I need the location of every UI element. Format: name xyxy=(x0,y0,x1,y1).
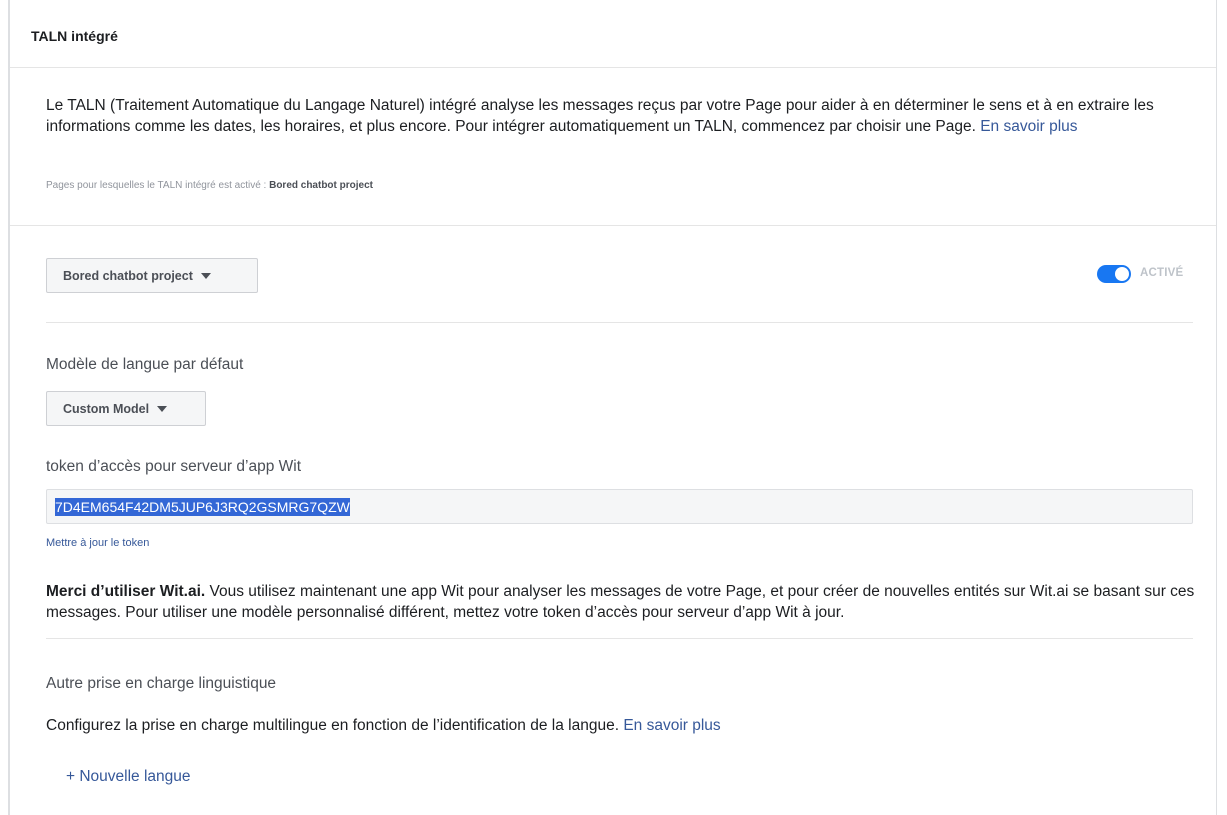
token-input[interactable]: 7D4EM654F42DM5JUP6J3RQ2GSMRG7QZW xyxy=(46,489,1193,524)
nlp-enabled-toggle[interactable] xyxy=(1097,265,1131,283)
enabled-pages-label: Pages pour lesquelles le TALN intégré es… xyxy=(46,180,267,191)
intro-text: Le TALN (Traitement Automatique du Langa… xyxy=(46,95,1206,137)
token-label: token d’accès pour serveur d’app Wit xyxy=(46,458,302,475)
wit-thanks-bold: Merci d’utiliser Wit.ai. xyxy=(46,583,206,600)
divider xyxy=(46,638,1193,639)
multilingual-description: Configurez la prise en charge multilingu… xyxy=(46,717,620,734)
multilingual-config-text: Configurez la prise en charge multilingu… xyxy=(46,717,721,735)
language-model-label: Modèle de langue par défaut xyxy=(46,356,244,373)
enabled-pages-note: Pages pour lesquelles le TALN intégré es… xyxy=(46,180,373,191)
enabled-pages-value: Bored chatbot project xyxy=(269,180,373,191)
other-language-support-heading: Autre prise en charge linguistique xyxy=(46,675,277,692)
card-title: TALN intégré xyxy=(31,28,118,44)
intro-learn-more-link[interactable]: En savoir plus xyxy=(980,118,1077,135)
settings-page: TALN intégré Le TALN (Traitement Automat… xyxy=(0,0,1227,815)
update-token-link[interactable]: Mettre à jour le token xyxy=(46,537,149,549)
language-model-dropdown[interactable]: Custom Model xyxy=(46,391,206,426)
token-value-selected: 7D4EM654F42DM5JUP6J3RQ2GSMRG7QZW xyxy=(55,497,350,516)
card-header: TALN intégré xyxy=(10,0,1216,68)
language-model-selected: Custom Model xyxy=(63,401,150,416)
builtin-nlp-card: TALN intégré Le TALN (Traitement Automat… xyxy=(10,0,1216,815)
caret-down-icon xyxy=(157,406,168,412)
toggle-knob xyxy=(1115,267,1129,281)
toggle-status-label: ACTIVÉ xyxy=(1140,267,1184,279)
divider xyxy=(46,322,1193,323)
caret-down-icon xyxy=(200,273,211,279)
multilingual-learn-more-link[interactable]: En savoir plus xyxy=(623,717,720,734)
page-selector-dropdown[interactable]: Bored chatbot project xyxy=(46,258,258,293)
add-language-button[interactable]: + Nouvelle langue xyxy=(66,768,191,786)
right-border xyxy=(1216,0,1217,815)
wit-thanks-message: Merci d’utiliser Wit.ai. Vous utilisez m… xyxy=(46,581,1196,623)
wit-thanks-text: Vous utilisez maintenant une app Wit pou… xyxy=(46,583,1195,621)
section-divider xyxy=(10,225,1216,226)
page-selector-label: Bored chatbot project xyxy=(63,268,193,283)
